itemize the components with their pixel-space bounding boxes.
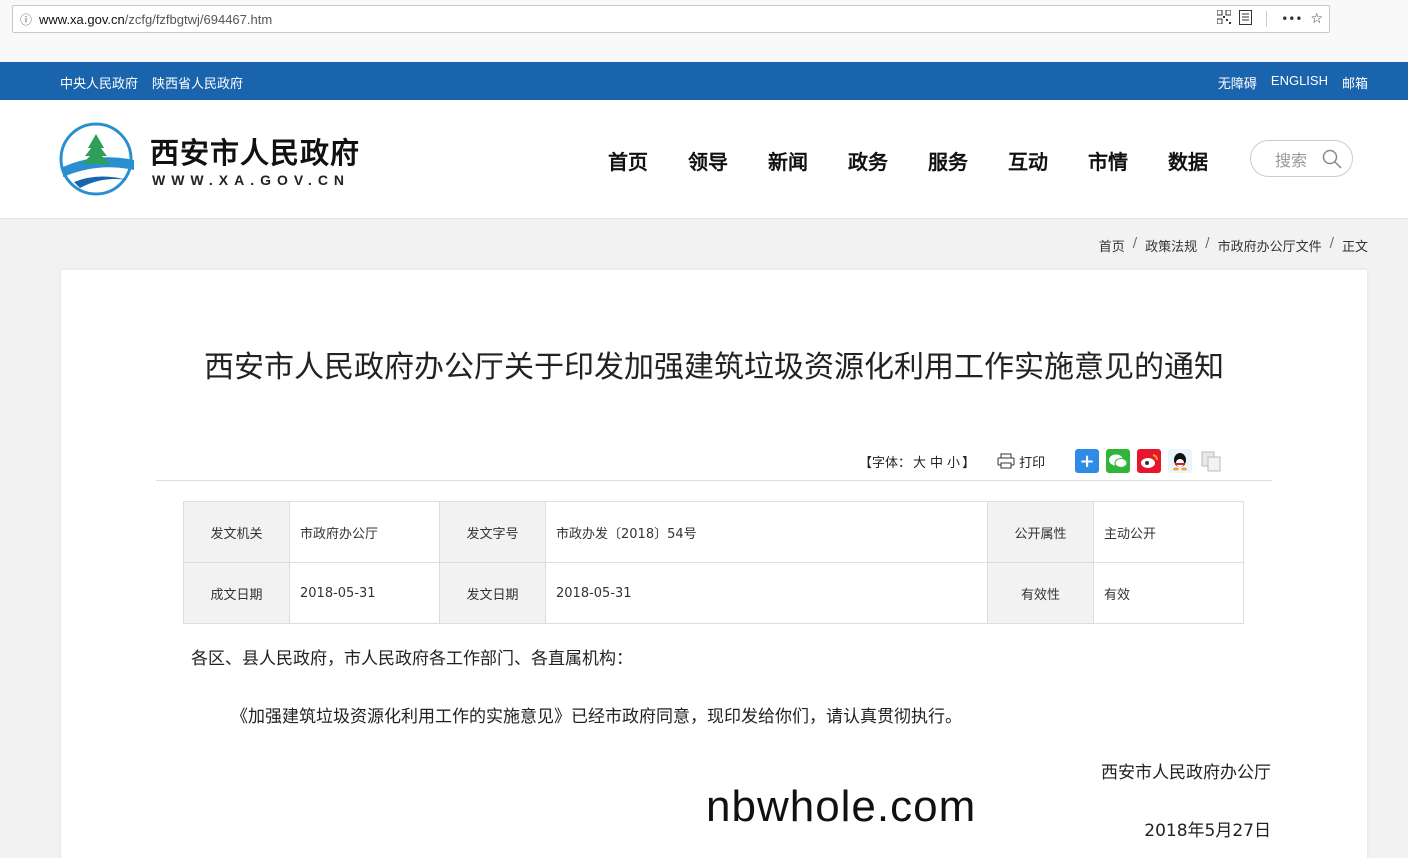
font-medium-button[interactable]: 中 [930,456,943,471]
link-central-gov[interactable]: 中央人民政府 [60,73,138,92]
qq-icon[interactable] [1168,449,1193,473]
info-icon[interactable]: ⓘ [13,11,39,28]
toolbar-separator [1266,11,1268,27]
meta-key: 成文日期 [183,562,290,624]
copy-link-icon[interactable] [1199,449,1224,473]
breadcrumb-separator: / [1132,236,1138,251]
search-placeholder: 搜索 [1275,150,1308,170]
search-icon[interactable] [1322,149,1342,169]
url-path: /zcfg/fzfbgtwj/694467.htm [124,11,273,27]
font-small-button[interactable]: 小 [947,456,960,471]
nav-data[interactable]: 数据 [1148,146,1228,175]
breadcrumb-home[interactable]: 首页 [1099,236,1125,255]
meta-value: 市政办发〔2018〕54号 [545,501,988,563]
print-button[interactable]: 打印 [997,452,1045,471]
weibo-icon[interactable] [1137,449,1162,473]
site-name[interactable]: 西安市人民政府 [150,130,360,172]
article-panel: 西安市人民政府办公厅关于印发加强建筑垃圾资源化利用工作实施意见的通知 【字体：大… [61,270,1367,858]
link-mailbox[interactable]: 邮箱 [1342,73,1368,92]
salutation: 各区、县人民政府，市人民政府各工作部门、各直属机构： [191,649,633,669]
link-shaanxi-gov[interactable]: 陕西省人民政府 [152,73,243,92]
main-nav: 首页 领导 新闻 政务 服务 互动 市情 数据 [588,146,1228,175]
nav-affairs[interactable]: 政务 [828,146,908,175]
meta-key: 发文日期 [439,562,546,624]
divider [156,480,1272,481]
link-english[interactable]: ENGLISH [1271,73,1328,92]
issue-date: 2018年5月27日 [1144,821,1271,841]
body-paragraph: 《加强建筑垃圾资源化利用工作的实施意见》已经市政府同意，现印发给你们，请认真贯彻… [231,707,962,727]
url-host: www.xa.gov.cn [39,11,125,27]
browser-toolbar: ⓘ www.xa.gov.cn/zcfg/fzfbgtwj/694467.htm… [0,0,1408,62]
qrcode-icon[interactable] [1216,9,1232,28]
watermark: nbwhole.com [706,782,977,831]
table-row: 成文日期 2018-05-31 发文日期 2018-05-31 有效性 有效 [183,562,1244,624]
reader-icon[interactable] [1239,9,1253,29]
site-header: 西安市人民政府 WWW.XA.GOV.CN 首页 领导 新闻 政务 服务 互动 … [0,100,1408,219]
font-large-button[interactable]: 大 [913,456,926,471]
meta-key: 公开属性 [987,501,1094,563]
share-buttons: + [1075,449,1224,473]
breadcrumb-office-docs[interactable]: 市政府办公厅文件 [1218,236,1322,255]
meta-value: 有效 [1093,562,1244,624]
signature: 西安市人民政府办公厅 [1101,763,1271,783]
nav-news[interactable]: 新闻 [748,146,828,175]
meta-key: 发文字号 [439,501,546,563]
site-url: WWW.XA.GOV.CN [152,172,351,188]
star-icon[interactable]: ☆ [1310,11,1323,27]
font-label: 【字体： [859,455,912,471]
share-more-icon[interactable]: + [1075,449,1100,473]
breadcrumb-policies[interactable]: 政策法规 [1145,236,1197,255]
meta-value: 2018-05-31 [289,562,440,624]
breadcrumb-separator: / [1329,236,1334,251]
meta-key: 有效性 [987,562,1094,624]
address-bar[interactable]: ⓘ www.xa.gov.cn/zcfg/fzfbgtwj/694467.htm… [12,5,1330,33]
nav-home[interactable]: 首页 [588,146,668,175]
table-row: 发文机关 市政府办公厅 发文字号 市政办发〔2018〕54号 公开属性 主动公开 [183,501,1244,563]
more-icon[interactable]: ••• [1281,12,1302,26]
nav-leaders[interactable]: 领导 [668,146,748,175]
meta-key: 发文机关 [183,501,290,563]
font-size-control: 【字体：大中小】 [859,452,975,471]
meta-value: 2018-05-31 [545,562,988,624]
nav-interaction[interactable]: 互动 [988,146,1068,175]
top-bar: 中央人民政府 陕西省人民政府 无障碍 ENGLISH 邮箱 [0,62,1408,100]
nav-services[interactable]: 服务 [908,146,988,175]
print-label: 打印 [1019,455,1046,471]
printer-icon [997,453,1015,469]
breadcrumb-separator: / [1205,236,1210,251]
breadcrumb-current: 正文 [1341,240,1368,255]
search-input[interactable]: 搜索 [1250,140,1353,177]
url-text[interactable]: www.xa.gov.cn/zcfg/fzfbgtwj/694467.htm [39,12,272,27]
meta-value: 市政府办公厅 [289,501,440,563]
link-accessibility[interactable]: 无障碍 [1218,73,1257,92]
article-toolbar: 【字体：大中小】 打印 + [859,448,1224,474]
nav-city-info[interactable]: 市情 [1068,146,1148,175]
breadcrumb: 首页 / 政策法规 / 市政府办公厅文件 / 正文 [1099,236,1368,255]
meta-value: 主动公开 [1093,501,1244,563]
wechat-icon[interactable] [1106,449,1131,473]
article-title: 西安市人民政府办公厅关于印发加强建筑垃圾资源化利用工作实施意见的通知 [204,350,1224,385]
document-meta-table: 发文机关 市政府办公厅 发文字号 市政办发〔2018〕54号 公开属性 主动公开… [183,501,1244,624]
site-logo-icon[interactable] [58,122,136,196]
font-label-close: 】 [962,455,976,471]
